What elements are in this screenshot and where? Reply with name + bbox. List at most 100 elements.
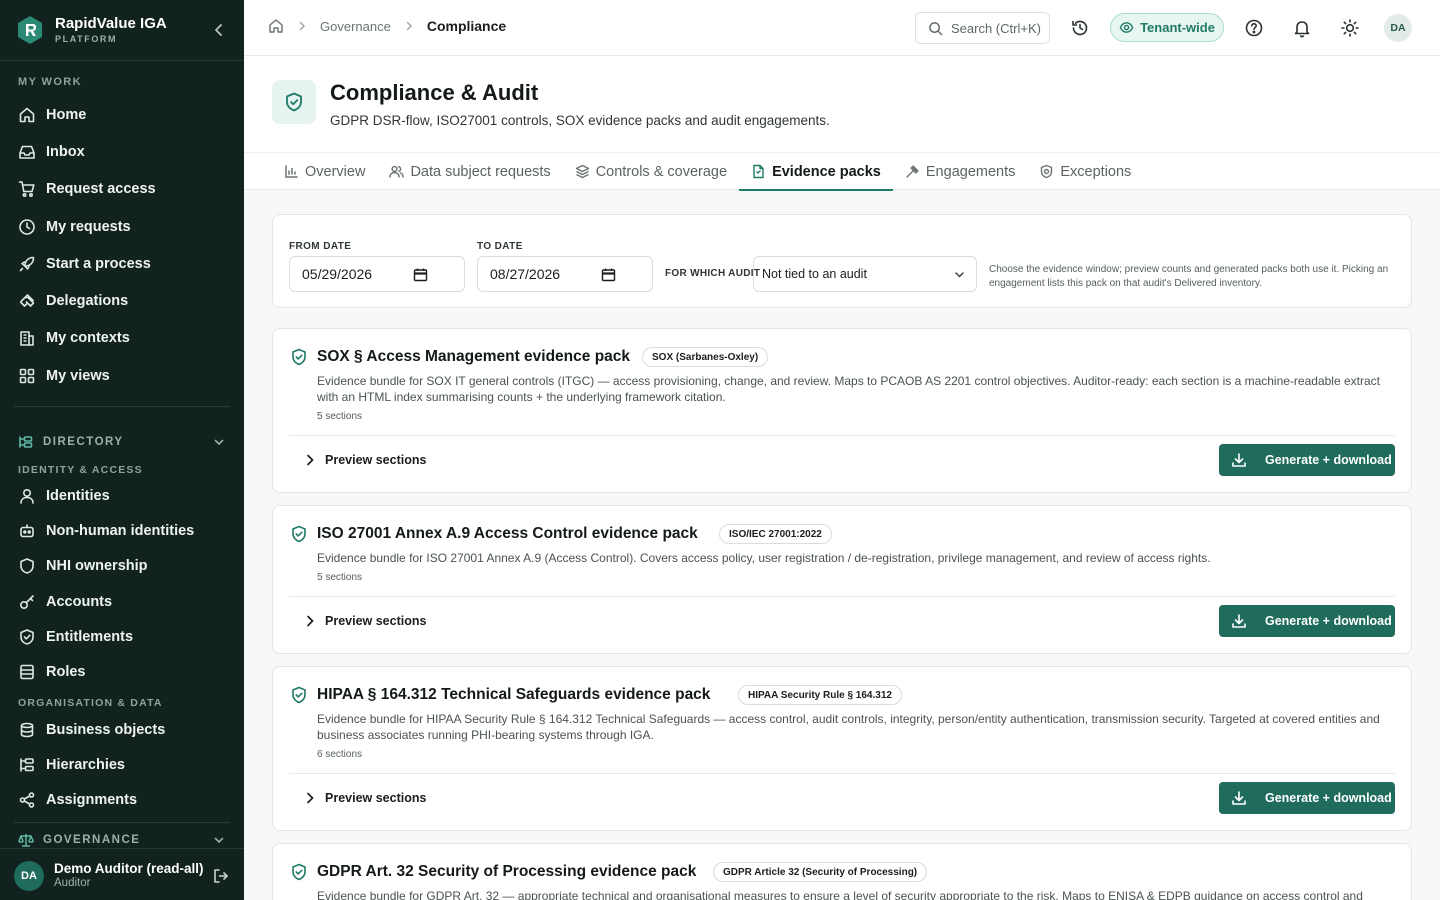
generate-download-button[interactable]: Generate + download <box>1219 782 1395 814</box>
sidebar-item-delegations[interactable]: Delegations <box>18 286 228 316</box>
pack-description: Evidence bundle for ISO 27001 Annex A.9 … <box>317 551 1211 565</box>
sidebar-item-hierarchies[interactable]: Hierarchies <box>18 750 228 780</box>
governance-group-toggle[interactable]: GOVERNANCE <box>18 830 230 850</box>
tab-engagements[interactable]: Engagements <box>893 153 1027 190</box>
calendar-icon[interactable] <box>413 267 428 282</box>
pack-description: Evidence bundle for HIPAA Security Rule … <box>317 712 1380 742</box>
preview-sections-toggle[interactable]: Preview sections <box>303 611 426 631</box>
tab-evidence-packs[interactable]: Evidence packs <box>739 153 893 191</box>
directory-group-toggle[interactable]: DIRECTORY <box>18 432 230 452</box>
tab-exceptions[interactable]: Exceptions <box>1027 153 1143 190</box>
sidebar-item-label: Business objects <box>46 722 166 738</box>
sidebar-item-label: Hierarchies <box>46 757 125 773</box>
button-label: Generate + download <box>1265 791 1392 805</box>
avatar[interactable]: DA <box>14 861 44 891</box>
sidebar-divider <box>14 406 230 407</box>
shield-x-icon <box>1041 164 1053 179</box>
from-date-input[interactable]: 05/29/2026 <box>289 256 465 292</box>
rocket-icon <box>19 256 35 272</box>
pack-title: GDPR Art. 32 Security of Processing evid… <box>317 863 697 880</box>
shield-check-icon <box>292 686 306 704</box>
sidebar-item-request-access[interactable]: Request access <box>18 174 228 204</box>
sidebar-item-identities[interactable]: Identities <box>18 481 228 511</box>
history-icon[interactable] <box>1070 18 1090 38</box>
sidebar-item-nhi-ownership[interactable]: NHI ownership <box>18 551 228 581</box>
from-date-label: FROM DATE <box>289 241 352 252</box>
pack-title: HIPAA § 164.312 Technical Safeguards evi… <box>317 686 711 703</box>
sidebar-item-label: Start a process <box>46 256 151 272</box>
generate-download-button[interactable]: Generate + download <box>1219 444 1395 476</box>
tab-label: Evidence packs <box>772 163 881 180</box>
sidebar-item-non-human-identities[interactable]: Non-human identities <box>18 516 228 546</box>
tab-controls-coverage[interactable]: Controls & coverage <box>563 153 739 190</box>
sidebar-item-my-views[interactable]: My views <box>18 361 228 391</box>
sidebar-item-accounts[interactable]: Accounts <box>18 587 228 617</box>
tab-label: Data subject requests <box>410 163 551 180</box>
sidebar-item-my-requests[interactable]: My requests <box>18 212 228 242</box>
sidebar-item-entitlements[interactable]: Entitlements <box>18 622 228 652</box>
logout-icon[interactable] <box>212 867 230 885</box>
pack-section-count: 6 sections <box>317 749 363 760</box>
home-icon[interactable] <box>268 18 284 34</box>
sidebar-item-start-process[interactable]: Start a process <box>18 249 228 279</box>
pack-section-count: 5 sections <box>317 572 363 583</box>
pack-divider <box>289 773 1395 774</box>
database-icon <box>20 722 34 738</box>
framework-badge: ISO/IEC 27001:2022 <box>719 524 832 544</box>
tab-label: Overview <box>305 163 366 180</box>
audit-select-label: FOR WHICH AUDIT <box>665 268 761 279</box>
grid-icon <box>19 368 35 384</box>
search-icon <box>929 21 943 35</box>
search-button[interactable]: Search (Ctrl+K) <box>915 12 1050 44</box>
tab-data-subject-requests[interactable]: Data subject requests <box>377 153 562 190</box>
from-date-value: 05/29/2026 <box>302 266 373 282</box>
governance-label: GOVERNANCE <box>43 834 141 846</box>
pack-divider <box>289 596 1395 597</box>
generate-download-button[interactable]: Generate + download <box>1219 605 1395 637</box>
audit-select[interactable]: Not tied to an audit <box>753 256 977 292</box>
evidence-pack-card: ISO 27001 Annex A.9 Access Control evide… <box>272 505 1412 654</box>
help-icon[interactable] <box>1244 18 1264 38</box>
bell-icon[interactable] <box>1292 18 1312 38</box>
tab-bar: Overview Data subject requests Controls … <box>272 153 1143 191</box>
button-label: Generate + download <box>1265 614 1392 628</box>
sidebar-item-label: My contexts <box>46 330 130 346</box>
sidebar-item-home[interactable]: Home <box>18 100 228 130</box>
chevron-down-icon <box>214 439 224 446</box>
sidebar-item-label: Accounts <box>46 594 113 610</box>
my-work-label: MY WORK <box>18 76 82 88</box>
delegation-icon <box>19 294 35 307</box>
sidebar-item-inbox[interactable]: Inbox <box>18 137 228 167</box>
brand-name: RapidValue IGA <box>55 15 167 32</box>
user-role: Auditor <box>54 877 91 889</box>
tab-overview[interactable]: Overview <box>272 153 377 190</box>
shield-icon <box>20 558 34 574</box>
brand[interactable]: RapidValue IGA PLATFORM <box>16 14 167 46</box>
theme-toggle-icon[interactable] <box>1340 18 1360 38</box>
layers-icon <box>20 664 34 680</box>
calendar-icon[interactable] <box>601 267 616 282</box>
preview-label: Preview sections <box>325 791 427 805</box>
evidence-pack-card: SOX § Access Management evidence pack SO… <box>272 328 1412 493</box>
home-icon <box>19 107 35 123</box>
shield-check-icon <box>292 863 306 881</box>
preview-sections-toggle[interactable]: Preview sections <box>303 788 426 808</box>
directory-icon <box>19 436 33 448</box>
sidebar-item-assignments[interactable]: Assignments <box>18 785 228 815</box>
preview-sections-toggle[interactable]: Preview sections <box>303 450 426 470</box>
bot-icon <box>20 524 34 538</box>
users-icon <box>389 165 405 178</box>
file-icon <box>753 164 764 179</box>
sidebar-item-business-objects[interactable]: Business objects <box>18 715 228 745</box>
sidebar-item-roles[interactable]: Roles <box>18 657 228 687</box>
sidebar-item-label: Non-human identities <box>46 523 195 539</box>
to-date-input[interactable]: 08/27/2026 <box>477 256 653 292</box>
tenant-scope-badge[interactable]: Tenant-wide <box>1110 13 1224 42</box>
collapse-sidebar-icon[interactable] <box>210 21 228 39</box>
sidebar-item-my-contexts[interactable]: My contexts <box>18 323 228 353</box>
evidence-window-filters: FROM DATE 05/29/2026 TO DATE 08/27/2026 … <box>272 214 1412 308</box>
cart-icon <box>18 181 35 198</box>
sidebar-item-label: Roles <box>46 664 86 680</box>
breadcrumb-governance[interactable]: Governance <box>320 19 391 34</box>
avatar[interactable]: DA <box>1384 14 1412 42</box>
